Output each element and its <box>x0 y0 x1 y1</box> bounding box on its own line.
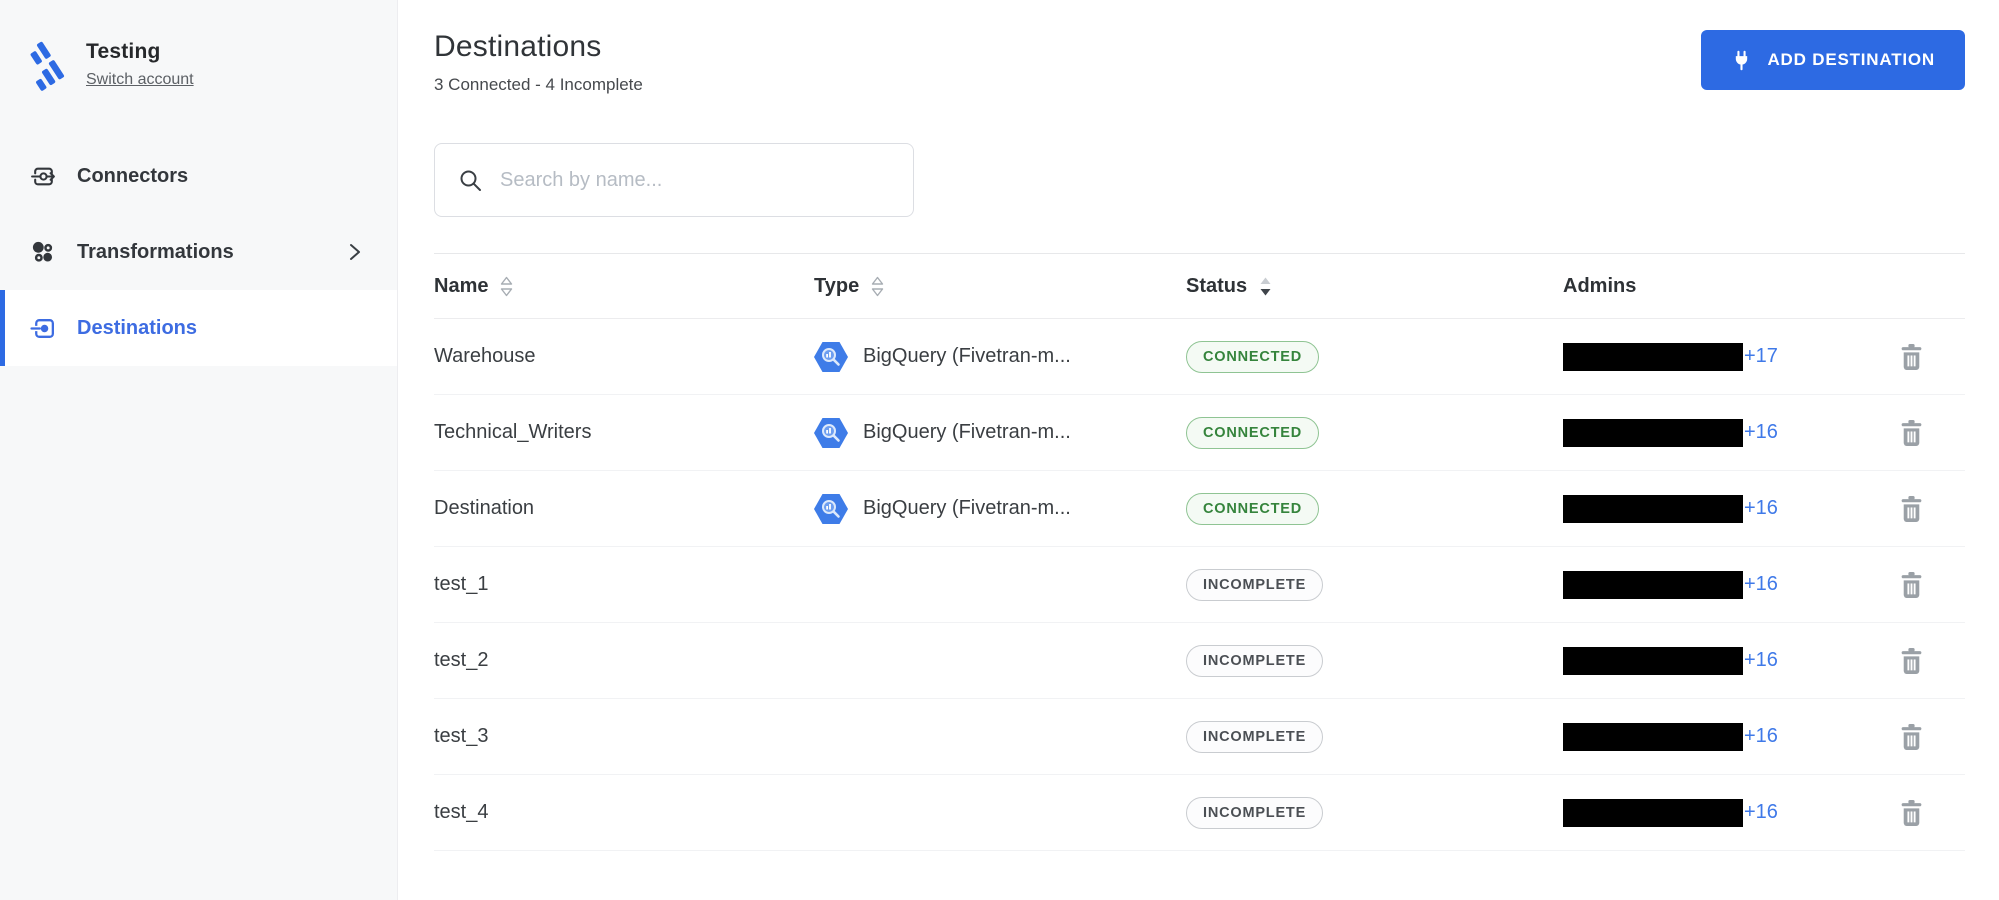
admins-redacted <box>1563 419 1743 447</box>
sort-icon <box>500 276 513 297</box>
trash-icon <box>1899 799 1924 826</box>
admins-redacted <box>1563 343 1743 371</box>
admins-more-link[interactable]: +16 <box>1744 649 1778 672</box>
destination-type: BigQuery (Fivetran-m... <box>863 421 1071 444</box>
admins-more-link[interactable]: +16 <box>1744 421 1778 444</box>
sidebar-item-label: Connectors <box>77 165 188 188</box>
sidebar-item-transformations[interactable]: Transformations <box>0 214 397 290</box>
admins-redacted <box>1563 723 1743 751</box>
admins-more-link[interactable]: +17 <box>1744 345 1778 368</box>
page-header: Destinations 3 Connected - 4 Incomplete … <box>434 30 1965 95</box>
add-destination-label: ADD DESTINATION <box>1767 50 1935 70</box>
bigquery-icon <box>814 342 848 372</box>
admins-redacted <box>1563 571 1743 599</box>
destination-name: Destination <box>434 497 814 520</box>
column-header-name[interactable]: Name <box>434 275 814 298</box>
destination-name: test_3 <box>434 725 814 748</box>
trash-icon <box>1899 571 1924 598</box>
destination-name: Technical_Writers <box>434 421 814 444</box>
admins-more-link[interactable]: +16 <box>1744 573 1778 596</box>
chevron-right-icon <box>347 240 363 264</box>
trash-icon <box>1899 495 1924 522</box>
destinations-icon <box>30 315 57 342</box>
table-row[interactable]: test_3 INCOMPLETE +16 <box>434 699 1965 775</box>
delete-button[interactable] <box>1895 567 1965 602</box>
destination-type: BigQuery (Fivetran-m... <box>863 345 1071 368</box>
column-header-type[interactable]: Type <box>814 275 1186 298</box>
admins-more-link[interactable]: +16 <box>1744 801 1778 824</box>
table-row[interactable]: test_1 INCOMPLETE +16 <box>434 547 1965 623</box>
destination-name: test_4 <box>434 801 814 824</box>
main-content: Destinations 3 Connected - 4 Incomplete … <box>398 0 1999 900</box>
transformations-icon <box>30 239 57 266</box>
sort-icon <box>871 276 884 297</box>
delete-button[interactable] <box>1895 643 1965 678</box>
admins-redacted <box>1563 495 1743 523</box>
search-box <box>434 143 914 217</box>
table-row[interactable]: Destination BigQuery (Fivetran-m... CONN… <box>434 471 1965 547</box>
admins-redacted <box>1563 647 1743 675</box>
switch-account-link[interactable]: Switch account <box>86 71 194 89</box>
status-badge: INCOMPLETE <box>1186 645 1323 677</box>
destination-type: BigQuery (Fivetran-m... <box>863 497 1071 520</box>
delete-button[interactable] <box>1895 415 1965 450</box>
trash-icon <box>1899 647 1924 674</box>
table-row[interactable]: test_2 INCOMPLETE +16 <box>434 623 1965 699</box>
trash-icon <box>1899 343 1924 370</box>
status-badge: CONNECTED <box>1186 417 1319 449</box>
column-header-admins: Admins <box>1563 275 1895 298</box>
plug-icon <box>1731 50 1752 71</box>
trash-icon <box>1899 419 1924 446</box>
delete-button[interactable] <box>1895 491 1965 526</box>
sort-desc-icon <box>1259 276 1272 297</box>
sidebar: Testing Switch account Connectors Transf… <box>0 0 398 900</box>
bigquery-icon <box>814 418 848 448</box>
sidebar-item-destinations[interactable]: Destinations <box>0 290 397 366</box>
status-badge: CONNECTED <box>1186 341 1319 373</box>
bigquery-icon <box>814 494 848 524</box>
delete-button[interactable] <box>1895 719 1965 754</box>
trash-icon <box>1899 723 1924 750</box>
status-badge: CONNECTED <box>1186 493 1319 525</box>
account-section: Testing Switch account <box>0 0 397 92</box>
admins-more-link[interactable]: +16 <box>1744 497 1778 520</box>
table-row[interactable]: test_4 INCOMPLETE +16 <box>434 775 1965 851</box>
column-header-status[interactable]: Status <box>1186 275 1563 298</box>
status-badge: INCOMPLETE <box>1186 569 1323 601</box>
fivetran-logo <box>26 40 68 92</box>
destination-name: test_2 <box>434 649 814 672</box>
admins-more-link[interactable]: +16 <box>1744 725 1778 748</box>
sidebar-item-label: Transformations <box>77 241 234 264</box>
page-title: Destinations <box>434 30 643 64</box>
destination-name: test_1 <box>434 573 814 596</box>
sidebar-item-label: Destinations <box>77 317 197 340</box>
admins-redacted <box>1563 799 1743 827</box>
search-input[interactable] <box>500 169 889 192</box>
sidebar-nav: Connectors Transformations Destinations <box>0 138 397 366</box>
destination-name: Warehouse <box>434 345 814 368</box>
table-header: Name Type Status <box>434 253 1965 319</box>
account-name: Testing <box>86 40 194 64</box>
sidebar-item-connectors[interactable]: Connectors <box>0 138 397 214</box>
delete-button[interactable] <box>1895 795 1965 830</box>
status-badge: INCOMPLETE <box>1186 797 1323 829</box>
table-row[interactable]: Technical_Writers BigQuery (Fivetran-m..… <box>434 395 1965 471</box>
connectors-icon <box>30 163 57 190</box>
status-badge: INCOMPLETE <box>1186 721 1323 753</box>
add-destination-button[interactable]: ADD DESTINATION <box>1701 30 1965 90</box>
destinations-table: Name Type Status <box>434 253 1965 851</box>
search-icon <box>459 169 482 192</box>
page-subtitle: 3 Connected - 4 Incomplete <box>434 75 643 95</box>
table-row[interactable]: Warehouse BigQuery (Fivetran-m... CONNEC… <box>434 319 1965 395</box>
delete-button[interactable] <box>1895 339 1965 374</box>
